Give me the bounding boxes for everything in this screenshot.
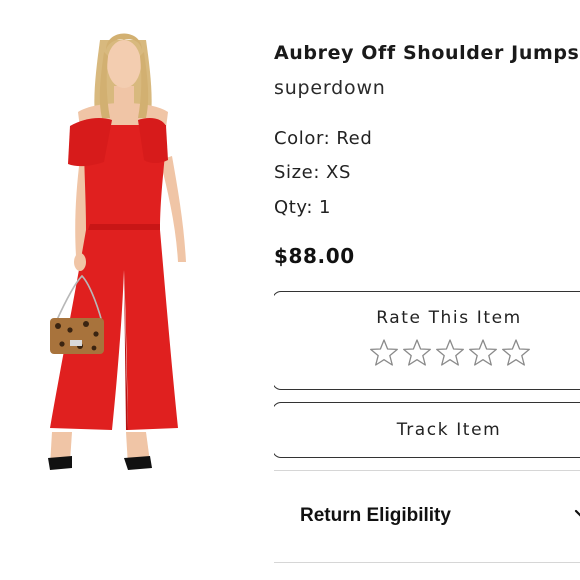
chevron-down-icon <box>574 509 580 517</box>
size-label: Size: <box>274 162 321 183</box>
track-item-label: Track Item <box>396 420 502 440</box>
quantity-label: Qty: <box>274 197 314 218</box>
quantity-attribute: Qty: 1 <box>274 197 331 218</box>
star-icon[interactable] <box>369 338 399 368</box>
return-eligibility-label: Return Eligibility <box>300 505 451 526</box>
color-label: Color: <box>274 128 331 149</box>
size-value: XS <box>326 162 351 183</box>
brand-name[interactable]: superdown <box>274 77 386 99</box>
product-name[interactable]: Aubrey Off Shoulder Jumpsuit <box>274 42 580 64</box>
quantity-value: 1 <box>319 197 332 218</box>
star-icon[interactable] <box>435 338 465 368</box>
order-item-page: Aubrey Off Shoulder Jumpsuit superdown C… <box>0 0 580 580</box>
rate-item-card: Rate This Item <box>274 291 580 390</box>
divider <box>274 562 580 563</box>
star-icon[interactable] <box>501 338 531 368</box>
size-attribute: Size: XS <box>274 162 351 183</box>
track-item-button[interactable]: Track Item <box>274 402 580 458</box>
rate-item-title: Rate This Item <box>376 308 522 328</box>
product-price: $88.00 <box>274 244 355 268</box>
star-rating <box>369 338 531 370</box>
return-eligibility-toggle[interactable]: Return Eligibility <box>274 471 580 561</box>
star-icon[interactable] <box>402 338 432 368</box>
color-value: Red <box>336 128 373 149</box>
star-icon[interactable] <box>468 338 498 368</box>
product-details: Aubrey Off Shoulder Jumpsuit superdown C… <box>274 0 580 580</box>
product-photo[interactable] <box>0 0 256 500</box>
color-attribute: Color: Red <box>274 128 372 149</box>
